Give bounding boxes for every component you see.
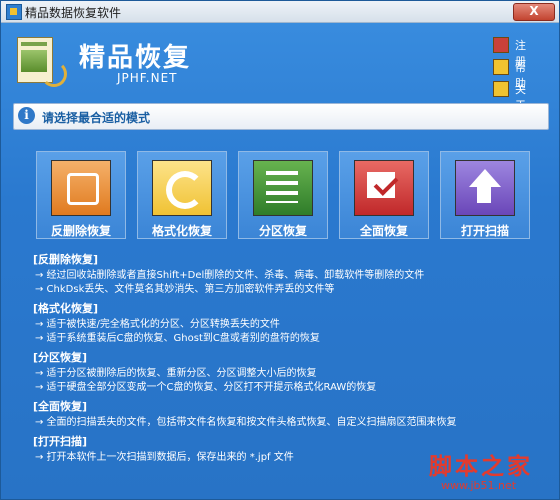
undelete-recovery-label: 反删除恢复: [50, 224, 111, 238]
app-icon: [6, 4, 22, 20]
desc-undelete: [反删除恢复] → 经过回收站删除或者直接Shift+Del删除的文件、杀毒、病…: [33, 253, 533, 297]
help-icon: [493, 59, 509, 75]
window-title: 精品数据恢复软件: [25, 6, 122, 20]
desc-line: → 适于分区被删除后的恢复、重新分区、分区调整大小后的恢复: [35, 368, 317, 379]
info-icon: i: [18, 107, 35, 124]
desc-line: → ChkDsk丢失、文件莫名其妙消失、第三方加密软件弄丢的文件等: [35, 284, 335, 295]
mode-prompt-bar: i 请选择最合适的模式: [13, 103, 549, 130]
recycle-icon: [51, 160, 111, 216]
watermark-url: www.jb51.net: [441, 479, 517, 492]
title-bar: 精品数据恢复软件 X: [1, 1, 559, 23]
watermark-text: 脚本之家: [429, 453, 533, 480]
partition-recovery-label: 分区恢复: [258, 224, 307, 238]
desc-partition: [分区恢复] → 适于分区被删除后的恢复、重新分区、分区调整大小后的恢复 → 适…: [33, 351, 533, 395]
desc-full: [全面恢复] → 全面的扫描丢失的文件，包括带文件名恢复和按文件头格式恢复、自定…: [33, 400, 533, 430]
undelete-recovery-button[interactable]: 反删除恢复: [36, 151, 126, 239]
desc-line: → 适于系统重装后C盘的恢复、Ghost到C盘或者别的盘符的恢复: [35, 333, 320, 344]
full-recovery-button[interactable]: 全面恢复: [339, 151, 429, 239]
desc-line: → 经过回收站删除或者直接Shift+Del删除的文件、杀毒、病毒、卸载软件等删…: [35, 270, 425, 281]
refresh-icon: [152, 160, 212, 216]
open-scan-label: 打开扫描: [460, 224, 509, 238]
mode-descriptions: [反删除恢复] → 经过回收站删除或者直接Shift+Del删除的文件、杀毒、病…: [33, 253, 533, 470]
desc-heading: [全面恢复]: [33, 400, 88, 413]
brand-url: JPHF.NET: [117, 71, 178, 85]
brand-name: 精品恢复: [79, 43, 192, 73]
desc-heading: [格式化恢复]: [33, 302, 99, 315]
app-logo-icon: [15, 35, 67, 87]
upload-icon: [455, 160, 515, 216]
checkbox-icon: [354, 160, 414, 216]
checklist-icon: [253, 160, 313, 216]
desc-heading: [分区恢复]: [33, 351, 88, 364]
full-recovery-label: 全面恢复: [359, 224, 408, 238]
about-icon: [493, 81, 509, 97]
partition-recovery-button[interactable]: 分区恢复: [238, 151, 328, 239]
desc-heading: [反删除恢复]: [33, 253, 99, 266]
format-recovery-button[interactable]: 格式化恢复: [137, 151, 227, 239]
format-recovery-label: 格式化恢复: [151, 224, 212, 238]
close-button[interactable]: X: [513, 3, 555, 21]
desc-line: → 适于被快速/完全格式化的分区、分区转换丢失的文件: [35, 319, 280, 330]
register-icon: [493, 37, 509, 53]
open-scan-button[interactable]: 打开扫描: [440, 151, 530, 239]
desc-line: → 全面的扫描丢失的文件，包括带文件名恢复和按文件头格式恢复、自定义扫描扇区范围…: [35, 417, 457, 428]
mode-prompt-text: 请选择最合适的模式: [42, 111, 151, 125]
desc-format: [格式化恢复] → 适于被快速/完全格式化的分区、分区转换丢失的文件 → 适于系…: [33, 302, 533, 346]
desc-line: → 适于硬盘全部分区变成一个C盘的恢复、分区打不开提示格式化RAW的恢复: [35, 382, 377, 393]
app-window: 精品数据恢复软件 X 精品恢复 JPHF.NET 注册 帮助 关于 i 请选择最…: [0, 0, 560, 500]
